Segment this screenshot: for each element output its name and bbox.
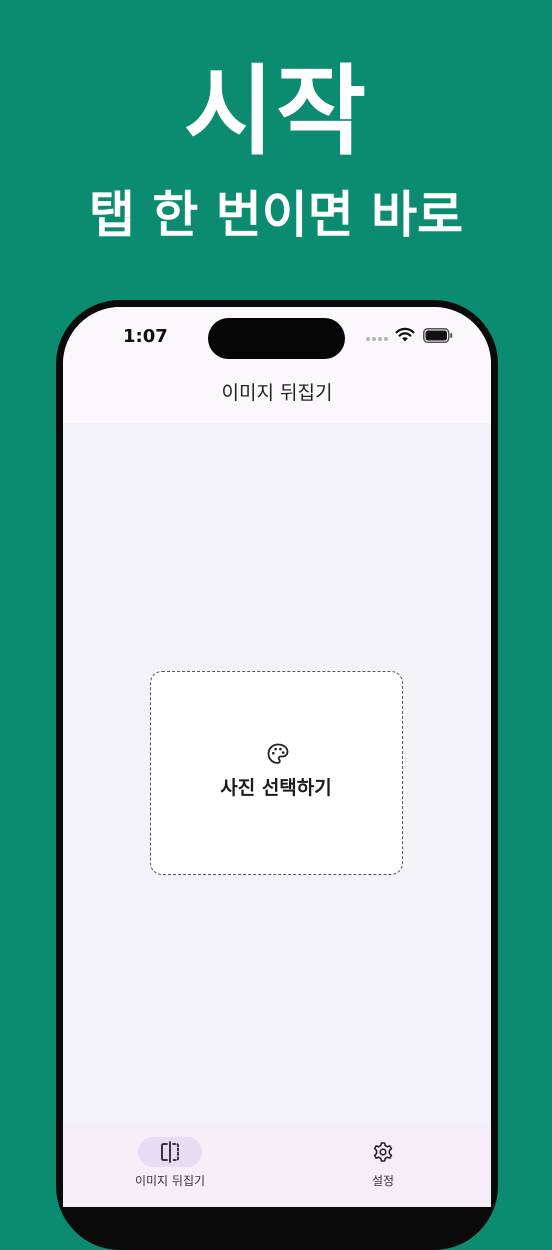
main-content: 사진 선택하기 — [63, 423, 491, 1129]
header-area: 1:07 이미지 뒤집기 — [63, 307, 491, 423]
wifi-icon — [395, 327, 415, 342]
tab-settings[interactable]: 설정 — [313, 1125, 453, 1207]
tab-image-flip-label: 이미지 뒤집기 — [134, 1174, 206, 1188]
promo-subline: 탭 한 번이면 바로 — [88, 186, 464, 244]
phone-screen: 1:07 이미지 뒤집기 사진 선택하기 이미지 뒤집기 설정 — [63, 307, 491, 1207]
dynamic-island — [208, 318, 345, 359]
battery-icon — [423, 328, 453, 343]
pick-photo-button[interactable]: 사진 선택하기 — [150, 671, 403, 875]
status-time: 1:07 — [123, 326, 168, 347]
nav-title: 이미지 뒤집기 — [221, 382, 333, 404]
promo-background: 시작 탭 한 번이면 바로 1:07 이미지 뒤집기 사진 선택하기 이미지 뒤… — [0, 0, 552, 1250]
flip-icon — [161, 1141, 179, 1163]
tab-image-flip[interactable]: 이미지 뒤집기 — [100, 1125, 240, 1207]
gear-icon — [373, 1142, 393, 1162]
pick-photo-label: 사진 선택하기 — [220, 777, 332, 799]
promo-headline: 시작 — [183, 55, 369, 169]
tab-bar: 이미지 뒤집기 설정 — [63, 1125, 491, 1207]
palette-icon — [267, 743, 289, 764]
signal-dots-icon — [366, 337, 388, 343]
tab-settings-label: 설정 — [371, 1174, 395, 1188]
